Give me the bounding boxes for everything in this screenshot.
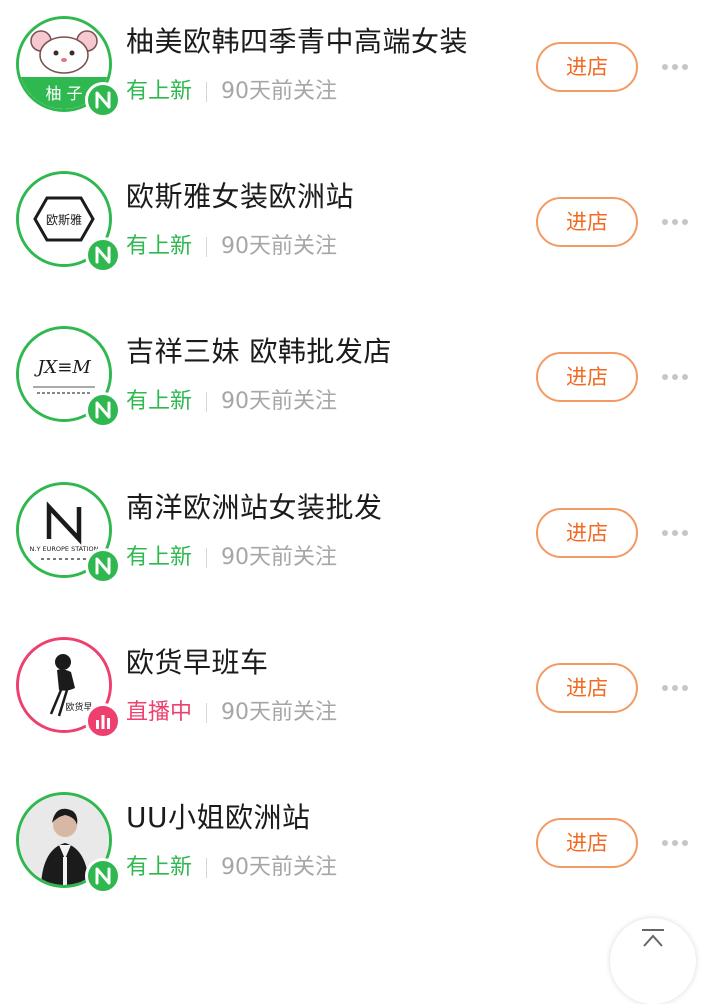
shop-row[interactable]: 柚 子 柚美欧韩四季青中高端女装 有上新 90天前关注 进店 — [0, 0, 720, 155]
divider — [206, 82, 208, 102]
follow-time: 90天前关注 — [221, 545, 338, 570]
shop-row[interactable]: UU小姐欧洲站 有上新 90天前关注 进店 — [0, 776, 720, 931]
new-n-badge-icon — [85, 237, 121, 273]
shop-meta: 有上新 90天前关注 — [126, 852, 337, 884]
status-label: 直播中 — [126, 700, 193, 725]
more-dots-icon[interactable] — [660, 370, 690, 384]
avatar-text: 柚 子 — [45, 84, 82, 103]
shop-row[interactable]: JX≡M 吉祥三妹 欧韩批发店 有上新 90天前关注 进店 — [0, 310, 720, 465]
shop-meta: 有上新 90天前关注 — [126, 386, 337, 418]
divider — [206, 703, 208, 723]
enter-shop-button[interactable]: 进店 — [536, 663, 638, 713]
avatar-text: JX≡M — [33, 357, 91, 378]
shop-meta: 有上新 90天前关注 — [126, 76, 337, 108]
status-label: 有上新 — [126, 545, 193, 570]
shop-name[interactable]: 柚美欧韩四季青中高端女装 — [126, 22, 468, 62]
shop-avatar[interactable]: 柚 子 — [16, 16, 121, 118]
new-n-badge-icon — [85, 548, 121, 584]
shop-avatar[interactable]: N.Y EUROPE STATION — [16, 482, 121, 584]
status-label: 有上新 — [126, 79, 193, 104]
shop-row[interactable]: 欧斯雅 欧斯雅女装欧洲站 有上新 90天前关注 进店 — [0, 155, 720, 310]
back-to-top-button[interactable] — [610, 918, 696, 1004]
follow-time: 90天前关注 — [221, 79, 338, 104]
follow-time: 90天前关注 — [221, 700, 338, 725]
enter-shop-button[interactable]: 进店 — [536, 508, 638, 558]
new-n-badge-icon — [85, 858, 121, 894]
shop-row[interactable]: N.Y EUROPE STATION 南洋欧洲站女装批发 有上新 90天前关注 进… — [0, 466, 720, 621]
shop-name[interactable]: UU小姐欧洲站 — [126, 798, 311, 838]
follow-time: 90天前关注 — [221, 389, 338, 414]
enter-shop-button[interactable]: 进店 — [536, 818, 638, 868]
divider — [206, 858, 208, 878]
enter-shop-button[interactable]: 进店 — [536, 352, 638, 402]
more-dots-icon[interactable] — [660, 526, 690, 540]
enter-shop-button[interactable]: 进店 — [536, 197, 638, 247]
more-dots-icon[interactable] — [660, 60, 690, 74]
follow-time: 90天前关注 — [221, 855, 338, 880]
divider — [206, 392, 208, 412]
new-n-badge-icon — [85, 82, 121, 118]
shop-name[interactable]: 吉祥三妹 欧韩批发店 — [126, 332, 392, 372]
status-label: 有上新 — [126, 234, 193, 259]
shop-avatar[interactable] — [16, 792, 121, 894]
divider — [206, 237, 208, 257]
shop-avatar[interactable]: JX≡M — [16, 326, 121, 428]
divider — [206, 548, 208, 568]
live-bars-badge-icon — [85, 703, 121, 739]
shop-name[interactable]: 南洋欧洲站女装批发 — [126, 488, 383, 528]
status-label: 有上新 — [126, 855, 193, 880]
avatar-text: 欧斯雅 — [46, 212, 82, 227]
more-dots-icon[interactable] — [660, 681, 690, 695]
shop-meta: 有上新 90天前关注 — [126, 231, 337, 263]
more-dots-icon[interactable] — [660, 836, 690, 850]
shop-name[interactable]: 欧货早班车 — [126, 643, 269, 683]
shop-avatar[interactable]: 欧货早 — [16, 637, 121, 739]
more-dots-icon[interactable] — [660, 215, 690, 229]
back-to-top-arrow-icon — [642, 929, 664, 947]
enter-shop-button[interactable]: 进店 — [536, 42, 638, 92]
shop-meta: 有上新 90天前关注 — [126, 542, 337, 574]
new-n-badge-icon — [85, 392, 121, 428]
status-label: 有上新 — [126, 389, 193, 414]
shop-meta: 直播中 90天前关注 — [126, 697, 337, 729]
shop-avatar[interactable]: 欧斯雅 — [16, 171, 121, 273]
follow-time: 90天前关注 — [221, 234, 338, 259]
shop-name[interactable]: 欧斯雅女装欧洲站 — [126, 177, 354, 217]
shop-row[interactable]: 欧货早 欧货早班车 直播中 90天前关注 进店 — [0, 621, 720, 776]
